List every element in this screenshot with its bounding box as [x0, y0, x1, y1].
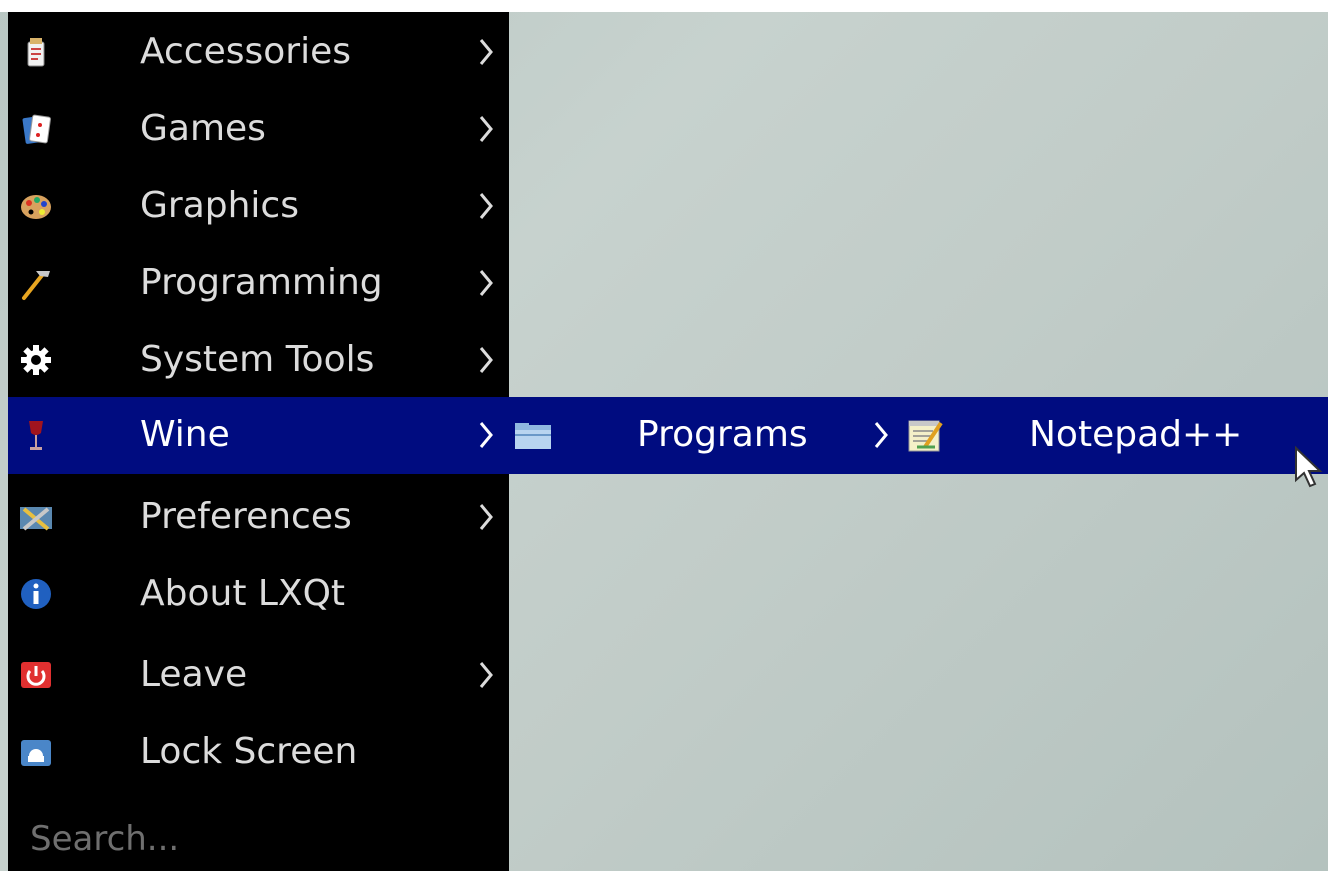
menu-item-wine[interactable]: Wine: [8, 397, 509, 474]
notepad-icon: [908, 420, 943, 452]
menu-item-programming[interactable]: Programming: [8, 245, 509, 322]
lock-screen-icon: [21, 740, 51, 766]
menu-item-leave[interactable]: Leave: [8, 637, 509, 714]
wine-submenu: Programs: [509, 397, 901, 474]
menu-item-label: Programming: [140, 262, 383, 303]
menu-item-label: Graphics: [140, 185, 299, 226]
menu-item-label: System Tools: [140, 339, 375, 380]
info-icon: [21, 579, 51, 609]
search-box: [8, 812, 509, 871]
menu-item-label: Accessories: [140, 31, 351, 72]
submenu-item-notepad-plus-plus[interactable]: Notepad++: [901, 397, 1328, 474]
menu-item-lock-screen[interactable]: Lock Screen: [8, 714, 509, 791]
palette-icon: [21, 195, 51, 219]
wine-glass-icon: [29, 421, 43, 450]
programs-submenu: Notepad++: [901, 397, 1328, 474]
menu-item-label: Leave: [140, 654, 248, 695]
chevron-right-icon: [479, 347, 493, 373]
power-icon: [21, 662, 51, 688]
desktop: Accessories Games Graphics Programming S…: [0, 0, 1328, 871]
menu-item-system-tools[interactable]: System Tools: [8, 322, 509, 399]
menu-item-label: Lock Screen: [140, 731, 358, 772]
mouse-cursor-icon: [1295, 446, 1323, 488]
menu-item-graphics[interactable]: Graphics: [8, 168, 509, 245]
submenu-item-programs[interactable]: Programs: [509, 397, 901, 474]
chevron-right-icon: [479, 116, 493, 142]
menu-item-label: Preferences: [140, 496, 352, 537]
application-menu: Accessories Games Graphics Programming S…: [8, 12, 509, 871]
menu-item-label: About LXQt: [140, 573, 346, 614]
accessories-icon: [27, 38, 45, 67]
menu-item-accessories[interactable]: Accessories: [8, 14, 509, 91]
chevron-right-icon: [479, 662, 493, 688]
submenu-item-label: Programs: [637, 414, 808, 455]
chevron-right-icon: [479, 422, 493, 448]
chevron-right-icon: [479, 504, 493, 530]
menu-item-about-lxqt[interactable]: About LXQt: [8, 556, 509, 633]
submenu-item-label: Notepad++: [1029, 414, 1243, 455]
chevron-right-icon: [479, 193, 493, 219]
menu-item-preferences[interactable]: Preferences: [8, 479, 509, 556]
menu-item-label: Wine: [140, 414, 230, 455]
folder-icon: [515, 423, 551, 449]
search-input[interactable]: [22, 816, 508, 862]
menu-item-games[interactable]: Games: [8, 91, 509, 168]
games-icon: [22, 114, 51, 144]
menu-item-label: Games: [140, 108, 266, 149]
gear-icon: [21, 345, 51, 375]
chevron-right-icon: [479, 39, 493, 65]
chevron-right-icon: [479, 270, 493, 296]
chevron-right-icon: [874, 422, 888, 448]
preferences-icon: [20, 507, 52, 531]
top-strip: [0, 0, 1328, 12]
hammer-icon: [22, 271, 50, 300]
